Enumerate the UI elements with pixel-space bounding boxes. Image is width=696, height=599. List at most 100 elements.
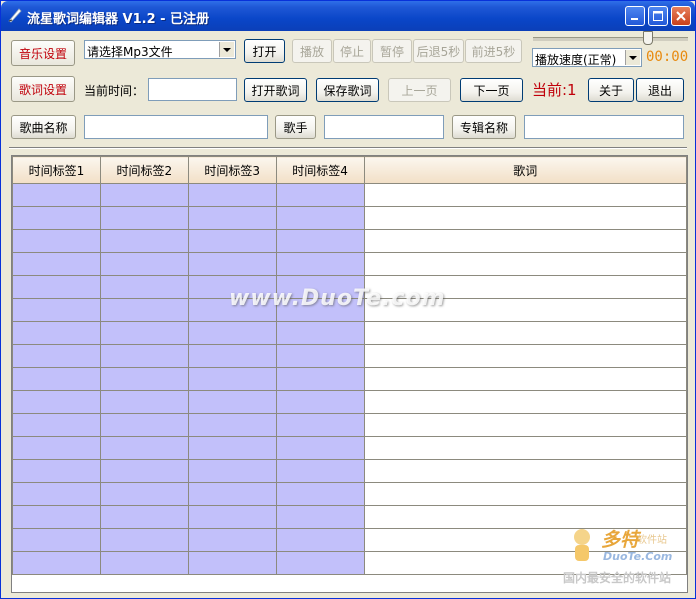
timestamp-cell[interactable] <box>12 206 101 230</box>
timestamp-cell[interactable] <box>275 206 365 230</box>
about-button[interactable]: 关于 <box>588 78 634 102</box>
forward-5s-button[interactable]: 前进5秒 <box>465 39 522 63</box>
timestamp-cell[interactable] <box>275 183 365 207</box>
lyric-cell[interactable] <box>363 321 687 345</box>
lyric-cell[interactable] <box>363 436 687 460</box>
timestamp-cell[interactable] <box>99 367 189 391</box>
lyric-cell[interactable] <box>363 459 687 483</box>
timestamp-cell[interactable] <box>99 528 189 552</box>
column-header-timestamp-1[interactable]: 时间标签1 <box>12 156 101 184</box>
timestamp-cell[interactable] <box>99 344 189 368</box>
timestamp-cell[interactable] <box>275 413 365 437</box>
next-page-button[interactable]: 下一页 <box>460 78 523 102</box>
timestamp-cell[interactable] <box>275 436 365 460</box>
timestamp-cell[interactable] <box>12 183 101 207</box>
column-header-timestamp-2[interactable]: 时间标签2 <box>99 156 189 184</box>
lyric-cell[interactable] <box>363 390 687 414</box>
timestamp-cell[interactable] <box>12 275 101 299</box>
timestamp-cell[interactable] <box>12 298 101 322</box>
lyrics-settings-button[interactable]: 歌词设置 <box>11 76 75 102</box>
timestamp-cell[interactable] <box>12 528 101 552</box>
open-file-button[interactable]: 打开 <box>244 39 285 63</box>
singer-button[interactable]: 歌手 <box>275 115 316 139</box>
timestamp-cell[interactable] <box>275 551 365 575</box>
timestamp-cell[interactable] <box>12 551 101 575</box>
timestamp-cell[interactable] <box>187 229 277 253</box>
column-header-timestamp-3[interactable]: 时间标签3 <box>187 156 277 184</box>
timestamp-cell[interactable] <box>12 413 101 437</box>
timestamp-cell[interactable] <box>275 390 365 414</box>
timestamp-cell[interactable] <box>187 206 277 230</box>
timestamp-cell[interactable] <box>275 367 365 391</box>
timestamp-cell[interactable] <box>99 459 189 483</box>
timestamp-cell[interactable] <box>187 390 277 414</box>
timestamp-cell[interactable] <box>187 321 277 345</box>
maximize-button[interactable] <box>648 6 668 26</box>
pause-button[interactable]: 暂停 <box>372 39 412 63</box>
timestamp-cell[interactable] <box>12 390 101 414</box>
timestamp-cell[interactable] <box>99 413 189 437</box>
timestamp-cell[interactable] <box>99 183 189 207</box>
timestamp-cell[interactable] <box>275 459 365 483</box>
timestamp-cell[interactable] <box>12 505 101 529</box>
timestamp-cell[interactable] <box>12 436 101 460</box>
timestamp-cell[interactable] <box>187 252 277 276</box>
column-header-timestamp-4[interactable]: 时间标签4 <box>275 156 365 184</box>
timestamp-cell[interactable] <box>275 321 365 345</box>
timestamp-cell[interactable] <box>275 528 365 552</box>
mp3-file-select[interactable]: 请选择Mp3文件 <box>84 40 236 59</box>
timestamp-cell[interactable] <box>99 505 189 529</box>
current-time-input[interactable] <box>148 78 237 101</box>
progress-slider-track[interactable] <box>533 37 688 41</box>
lyric-cell[interactable] <box>363 183 687 207</box>
timestamp-cell[interactable] <box>275 229 365 253</box>
column-header-lyrics[interactable]: 歌词 <box>363 156 687 184</box>
lyric-cell[interactable] <box>363 206 687 230</box>
timestamp-cell[interactable] <box>187 505 277 529</box>
song-name-input[interactable] <box>84 115 268 139</box>
timestamp-cell[interactable] <box>99 551 189 575</box>
timestamp-cell[interactable] <box>187 367 277 391</box>
timestamp-cell[interactable] <box>187 436 277 460</box>
lyric-cell[interactable] <box>363 344 687 368</box>
timestamp-cell[interactable] <box>187 183 277 207</box>
open-lyrics-button[interactable]: 打开歌词 <box>244 78 307 102</box>
timestamp-cell[interactable] <box>99 298 189 322</box>
timestamp-cell[interactable] <box>12 482 101 506</box>
timestamp-cell[interactable] <box>275 252 365 276</box>
rewind-5s-button[interactable]: 后退5秒 <box>413 39 464 63</box>
exit-button[interactable]: 退出 <box>636 78 684 102</box>
timestamp-cell[interactable] <box>275 344 365 368</box>
close-button[interactable] <box>671 6 691 26</box>
lyric-cell[interactable] <box>363 367 687 391</box>
timestamp-cell[interactable] <box>187 413 277 437</box>
timestamp-cell[interactable] <box>187 528 277 552</box>
save-lyrics-button[interactable]: 保存歌词 <box>316 78 379 102</box>
music-settings-button[interactable]: 音乐设置 <box>11 40 75 66</box>
minimize-button[interactable] <box>625 6 645 26</box>
timestamp-cell[interactable] <box>187 551 277 575</box>
timestamp-cell[interactable] <box>99 275 189 299</box>
playback-speed-select[interactable]: 播放速度(正常) <box>532 48 642 67</box>
album-name-input[interactable] <box>524 115 684 139</box>
timestamp-cell[interactable] <box>99 321 189 345</box>
timestamp-cell[interactable] <box>99 252 189 276</box>
timestamp-cell[interactable] <box>187 482 277 506</box>
timestamp-cell[interactable] <box>12 344 101 368</box>
timestamp-cell[interactable] <box>275 482 365 506</box>
timestamp-cell[interactable] <box>12 459 101 483</box>
timestamp-cell[interactable] <box>187 344 277 368</box>
album-name-button[interactable]: 专辑名称 <box>452 115 516 139</box>
singer-input[interactable] <box>324 115 444 139</box>
play-button[interactable]: 播放 <box>292 39 332 63</box>
timestamp-cell[interactable] <box>99 436 189 460</box>
timestamp-cell[interactable] <box>99 206 189 230</box>
lyric-cell[interactable] <box>363 413 687 437</box>
lyric-cell[interactable] <box>363 229 687 253</box>
timestamp-cell[interactable] <box>12 252 101 276</box>
song-name-button[interactable]: 歌曲名称 <box>11 115 76 139</box>
timestamp-cell[interactable] <box>12 367 101 391</box>
lyric-cell[interactable] <box>363 252 687 276</box>
prev-page-button[interactable]: 上一页 <box>388 78 451 102</box>
progress-slider-thumb[interactable] <box>643 31 653 45</box>
